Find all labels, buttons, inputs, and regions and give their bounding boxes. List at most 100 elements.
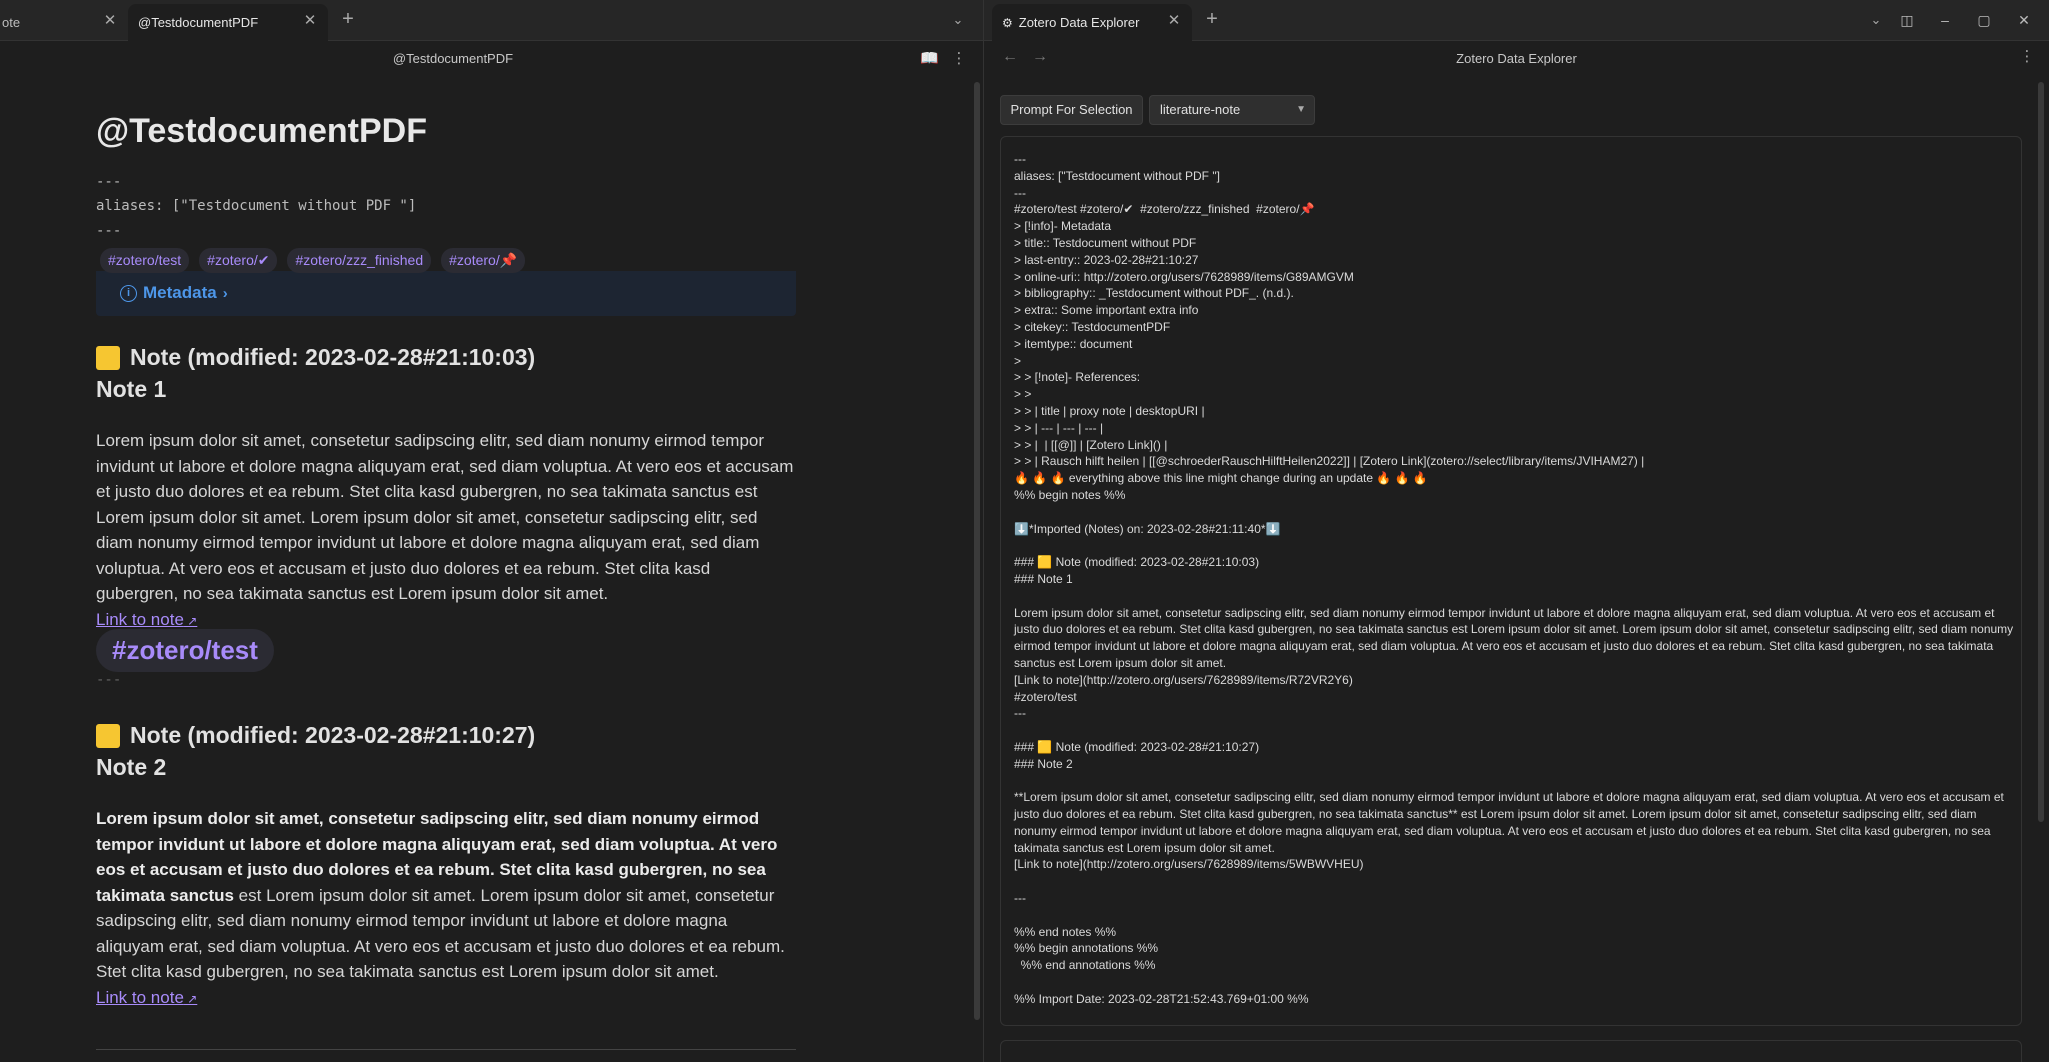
note2-heading: Note (modified: 2023-02-28#21:10:27) [96, 722, 535, 749]
output-line: > bibliography:: _Testdocument without P… [1014, 286, 1294, 301]
window-close-icon[interactable]: ✕ [2013, 9, 2035, 31]
link-label: Link to note [96, 610, 184, 629]
output-line: 🔥 🔥 🔥 everything above this line might c… [1014, 471, 1428, 486]
link-to-note-2[interactable]: Link to note ↗ [96, 988, 197, 1008]
note1-heading-text: Note (modified: 2023-02-28#21:10:03) [130, 344, 536, 370]
yellow-square-icon [96, 723, 120, 748]
output-line: ### 🟨 Note (modified: 2023-02-28#21:10:2… [1014, 739, 1260, 754]
close-icon[interactable]: ✕ [102, 13, 118, 29]
output-line: > > | | [[@]] | [Zotero Link]() | [1014, 437, 1168, 452]
left-tabbar: ote ✕ @TestdocumentPDF ✕ + ⌄ [0, 0, 983, 41]
output-line: > itemtype:: document [1014, 336, 1133, 351]
tab-zotero-data-explorer[interactable]: ⚙ Zotero Data Explorer ✕ [992, 4, 1192, 41]
left-view-header: @TestdocumentPDF 📖 ⋮ [0, 41, 983, 76]
template-select-value: literature-note [1160, 102, 1241, 117]
horizontal-rule [96, 1049, 796, 1050]
info-icon: i [120, 284, 137, 302]
minimize-icon[interactable]: – [1934, 9, 1956, 31]
output-line: [Link to note](http://zotero.org/users/7… [1014, 857, 1364, 872]
output-line: --- [1014, 185, 1026, 200]
output-line: ⬇️*Imported (Notes) on: 2023-02-28#21:11… [1014, 521, 1281, 536]
chevron-down-icon[interactable]: ⌄ [1866, 10, 1886, 30]
note2-subheading: Note 2 [96, 754, 167, 780]
output-line: > citekey:: TestdocumentPDF [1014, 319, 1171, 334]
dropdown-caret-icon: ▼ [1296, 104, 1306, 115]
output-line: Lorem ipsum dolor sit amet, consetetur s… [1014, 605, 2017, 670]
tab-label: ote [2, 15, 21, 30]
frontmatter-close: --- [96, 223, 122, 239]
right-tabbar: ⚙ Zotero Data Explorer ✕ + ⌄ ◫ – ▢ ✕ [984, 0, 2049, 41]
tag-zotero-check[interactable]: #zotero/✔ [199, 248, 278, 273]
note2-paragraph: Lorem ipsum dolor sit amet, consetetur s… [96, 806, 796, 985]
tab-label: Zotero Data Explorer [1018, 15, 1140, 30]
secondary-output-box [1000, 1040, 2022, 1062]
output-text[interactable]: --- aliases: ["Testdocument without PDF "… [1014, 151, 2014, 1008]
tag-zotero-test[interactable]: #zotero/test [100, 248, 190, 273]
output-line: #zotero/test [1014, 689, 1077, 704]
output-line: > extra:: Some important extra info [1014, 303, 1199, 318]
output-line: %% end annotations %% [1014, 958, 1156, 973]
external-link-icon: ↗ [183, 992, 198, 1006]
chevron-right-icon: › [222, 284, 228, 302]
yellow-square-icon [96, 345, 120, 370]
note1-paragraph: Lorem ipsum dolor sit amet, consetetur s… [96, 431, 794, 603]
more-options-icon[interactable]: ⋮ [950, 50, 968, 68]
tag-zotero-pin[interactable]: #zotero/📌 [441, 248, 526, 273]
output-line: > title:: Testdocument without PDF [1014, 235, 1197, 250]
sidebar-toggle-icon[interactable]: ◫ [1896, 9, 1918, 31]
note2-heading-text: Note (modified: 2023-02-28#21:10:27) [130, 722, 536, 748]
frontmatter-aliases[interactable]: aliases: ["Testdocument without PDF "] [96, 198, 416, 214]
output-line: %% begin notes %% [1014, 487, 1126, 502]
close-icon[interactable]: ✕ [302, 13, 318, 29]
tab-label: @TestdocumentPDF [138, 15, 259, 30]
output-line: aliases: ["Testdocument without PDF "] [1014, 168, 1220, 183]
tab-testdocumentpdf[interactable]: @TestdocumentPDF ✕ [128, 4, 328, 41]
tag-zotero-finished[interactable]: #zotero/zzz_finished [287, 248, 432, 273]
note1-subheading: Note 1 [96, 376, 167, 402]
output-line: #zotero/test #zotero/✔ #zotero/zzz_finis… [1014, 202, 1315, 217]
close-icon[interactable]: ✕ [1166, 13, 1182, 29]
left-scrollbar[interactable] [974, 82, 980, 1020]
new-tab-plus-icon[interactable]: + [1200, 8, 1224, 32]
gear-icon: ⚙ [1002, 15, 1013, 30]
output-line: ### Note 2 [1014, 756, 1073, 771]
view-title: @TestdocumentPDF [392, 51, 514, 66]
note1-heading: Note (modified: 2023-02-28#21:10:03) [96, 344, 535, 371]
right-pane: ⚙ Zotero Data Explorer ✕ + ⌄ ◫ – ▢ ✕ ← →… [984, 0, 2049, 1062]
big-tag-zotero-test[interactable]: #zotero/test [96, 629, 274, 672]
output-line: --- [1014, 891, 1026, 906]
output-line: %% Import Date: 2023-02-28T21:52:43.769+… [1014, 991, 1309, 1006]
callout-title[interactable]: i Metadata › [120, 283, 228, 303]
reading-view-book-icon[interactable]: 📖 [920, 50, 939, 68]
more-options-icon[interactable]: ⋮ [2018, 48, 2036, 66]
new-tab-plus-icon[interactable]: + [336, 8, 360, 32]
callout-label: Metadata [143, 283, 217, 302]
tab-note[interactable]: ote ✕ [0, 4, 128, 41]
output-line: > online-uri:: http://zotero.org/users/7… [1014, 269, 1354, 284]
view-title: Zotero Data Explorer [1456, 51, 1577, 66]
maximize-icon[interactable]: ▢ [1973, 9, 1995, 31]
output-preview[interactable]: --- aliases: ["Testdocument without PDF "… [1000, 136, 2022, 1026]
right-scrollbar[interactable] [2038, 82, 2044, 822]
output-line: > > | Rausch hilft heilen | [[@schroeder… [1014, 454, 1645, 469]
link-to-note-1[interactable]: Link to note ↗ [96, 610, 197, 630]
chevron-down-icon[interactable]: ⌄ [948, 10, 968, 30]
output-line: --- [1014, 706, 1026, 721]
output-line: > [!info]- Metadata [1014, 219, 1112, 234]
template-select[interactable]: literature-note ▼ [1149, 95, 1315, 125]
separator: --- [96, 672, 122, 688]
output-line: > > | title | proxy note | desktopURI | [1014, 403, 1205, 418]
output-line: ### 🟨 Note (modified: 2023-02-28#21:10:0… [1014, 555, 1260, 570]
prompt-for-selection-button[interactable]: Prompt For Selection [1000, 95, 1143, 125]
output-line: > > [!note]- References: [1014, 370, 1141, 385]
metadata-callout[interactable]: i Metadata › [96, 271, 796, 316]
output-line: --- [1014, 152, 1026, 166]
output-line: > > [1014, 387, 1032, 402]
output-line: > [1014, 353, 1022, 368]
